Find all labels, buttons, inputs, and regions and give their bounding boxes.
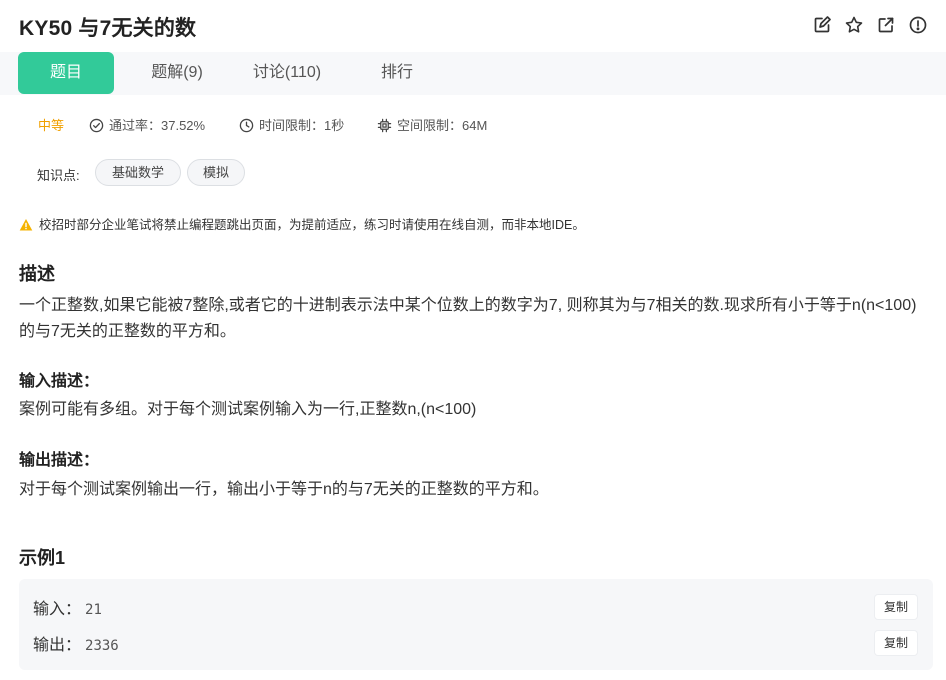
example-input: 输入： 21 xyxy=(33,595,102,619)
problem-header: KY50 与7无关的数 xyxy=(0,0,946,52)
warning-icon xyxy=(19,219,33,231)
copy-output-button[interactable]: 复制 xyxy=(875,631,917,655)
output-description-text: 对于每个测试案例输出一行，输出小于等于n的与7无关的正整数的平方和。 xyxy=(19,481,549,498)
output-description-heading: 输出描述： xyxy=(19,452,100,469)
time-limit-text: 时间限制：1秒 xyxy=(259,118,345,133)
edit-icon[interactable] xyxy=(812,15,832,35)
external-link-icon[interactable] xyxy=(876,15,896,35)
description-text: 一个正整数,如果它能被7整除,或者它的十进制表示法中某个位数上的数字为7, 则称… xyxy=(19,297,917,340)
clock-icon xyxy=(239,118,254,133)
example-heading: 示例1 xyxy=(19,548,66,568)
tab-discussion[interactable]: 讨论(110) xyxy=(238,52,336,94)
copy-input-button[interactable]: 复制 xyxy=(875,595,917,619)
tab-bar: 题目 题解(9) 讨论(110) 排行 xyxy=(0,52,946,95)
problem-title: KY50 与7无关的数 xyxy=(19,17,197,40)
tag-basic-math[interactable]: 基础数学 xyxy=(95,159,181,186)
knowledge-points-label: 知识点: xyxy=(37,168,80,183)
input-description-heading: 输入描述： xyxy=(19,373,100,390)
example-output-label: 输出： xyxy=(33,637,82,654)
chip-icon xyxy=(377,118,392,133)
example-input-value[interactable]: 21 xyxy=(85,602,102,618)
example-output-value[interactable]: 2336 xyxy=(85,638,119,654)
example-input-label: 输入： xyxy=(33,601,82,618)
difficulty-badge: 中等 xyxy=(38,116,64,136)
star-icon[interactable] xyxy=(844,15,864,35)
example-box: 输入： 21 复制 输出： 2336 复制 xyxy=(19,579,933,670)
check-circle-icon xyxy=(89,118,104,133)
memory-limit-text: 空间限制：64M xyxy=(397,118,488,133)
example-output: 输出： 2336 xyxy=(33,631,119,655)
pass-rate-text: 通过率：37.52% xyxy=(109,118,206,133)
description-heading: 描述 xyxy=(19,264,55,284)
difficulty-label: 中等 xyxy=(38,118,65,133)
notice-text: 校招时部分企业笔试将禁止编程题跳出页面，为提前适应，练习时请使用在线自测，而非本… xyxy=(39,218,585,232)
tab-problem[interactable]: 题目 xyxy=(18,52,114,94)
info-icon[interactable] xyxy=(908,15,928,35)
input-description-text: 案例可能有多组。对于每个测试案例输入为一行,正整数n,(n<100) xyxy=(19,401,477,418)
tab-solutions[interactable]: 题解(9) xyxy=(132,52,222,94)
tag-simulation[interactable]: 模拟 xyxy=(187,159,245,186)
tab-ranking[interactable]: 排行 xyxy=(362,52,432,94)
